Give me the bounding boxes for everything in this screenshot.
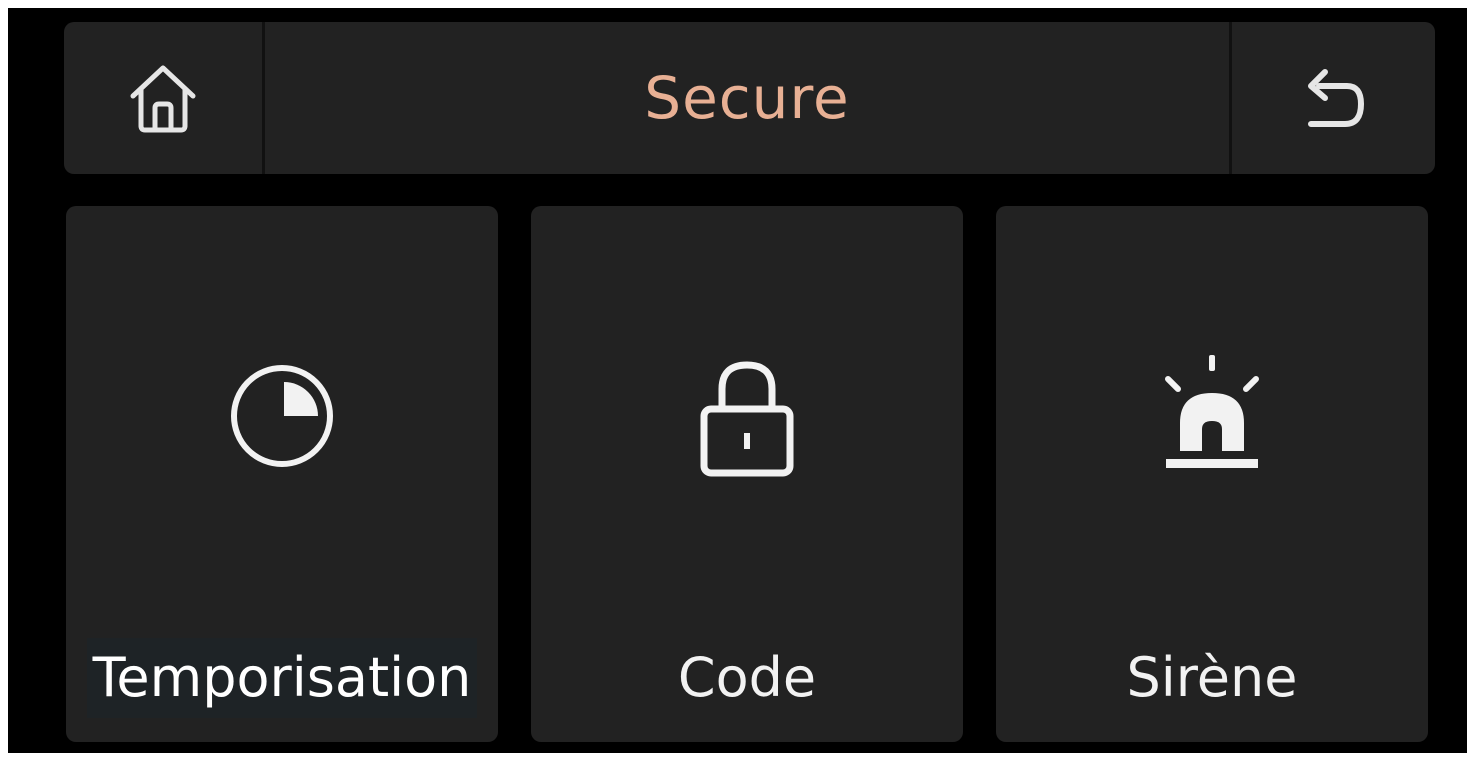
timer-icon [222, 356, 342, 476]
tile-label: Code [677, 646, 817, 709]
app-screen: Secure Temporisation Code Sirène [8, 8, 1467, 753]
lock-icon [692, 351, 802, 481]
page-title: Secure [644, 64, 850, 132]
tile-temporisation[interactable]: Temporisation [66, 206, 498, 742]
siren-icon [1152, 351, 1272, 481]
tile-label: Temporisation [86, 638, 478, 718]
back-button[interactable] [1232, 22, 1435, 174]
top-bar: Secure [64, 22, 1435, 174]
tile-sirene[interactable]: Sirène [996, 206, 1428, 742]
tile-code[interactable]: Code [531, 206, 963, 742]
home-button[interactable] [64, 22, 262, 174]
back-arrow-icon [1301, 62, 1367, 134]
home-icon [125, 62, 201, 134]
tile-label: Sirène [1126, 646, 1298, 709]
